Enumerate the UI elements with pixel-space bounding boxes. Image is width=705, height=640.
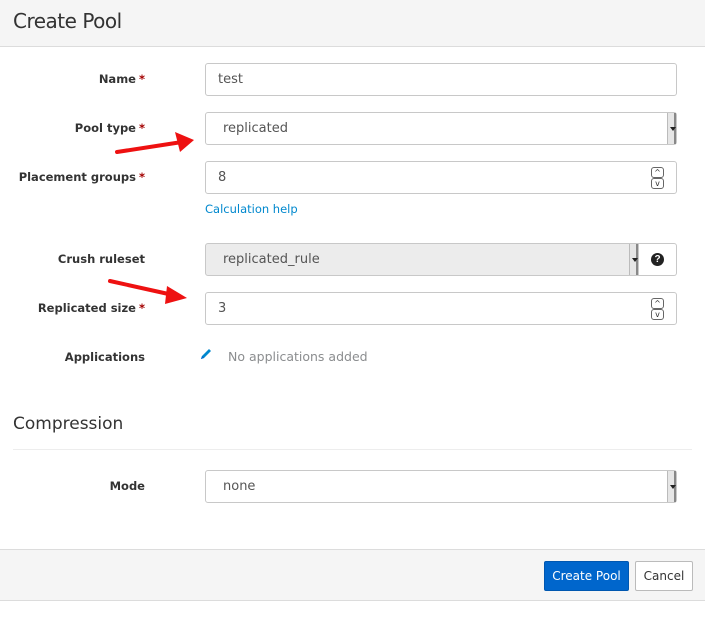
number-spinner[interactable]: ^ v — [651, 298, 664, 320]
page-title: Create Pool — [13, 9, 122, 33]
number-spinner[interactable]: ^ v — [651, 167, 664, 189]
name-input[interactable]: test — [205, 63, 677, 96]
pool-type-select[interactable]: replicated — [205, 112, 677, 145]
crush-ruleset-value: replicated_rule — [223, 252, 320, 267]
required-marker: * — [138, 170, 145, 184]
placement-groups-input[interactable]: 8 ^ v — [205, 161, 677, 194]
section-divider — [13, 449, 692, 450]
cancel-button[interactable]: Cancel — [635, 561, 693, 591]
modal-footer: Create Pool Cancel — [0, 549, 705, 601]
modal-header: Create Pool — [0, 0, 705, 47]
annotation-arrow-icon — [115, 132, 194, 154]
name-label: Name * — [98, 72, 145, 86]
compression-mode-value: none — [223, 479, 256, 494]
chevron-down-icon[interactable] — [667, 471, 676, 502]
crush-ruleset-select[interactable]: replicated_rule — [205, 243, 639, 276]
compression-section-title: Compression — [13, 414, 124, 434]
calculation-help-link[interactable]: Calculation help — [205, 202, 298, 216]
replicated-size-input[interactable]: 3 ^ v — [205, 292, 677, 325]
applications-empty-text: No applications added — [228, 349, 368, 364]
annotation-arrow-icon — [108, 279, 187, 304]
pool-type-value: replicated — [223, 121, 288, 136]
decrement-icon[interactable]: v — [651, 178, 664, 189]
chevron-down-icon[interactable] — [667, 113, 676, 144]
placement-groups-label: Placement groups * — [18, 170, 145, 184]
decrement-icon[interactable]: v — [651, 309, 664, 320]
required-marker: * — [138, 72, 145, 86]
mode-label: Mode — [109, 479, 145, 493]
crush-ruleset-label: Crush ruleset — [57, 252, 145, 266]
chevron-down-icon[interactable] — [629, 244, 638, 275]
increment-icon[interactable]: ^ — [651, 298, 664, 309]
placement-groups-value: 8 — [218, 170, 227, 185]
pencil-icon[interactable] — [199, 347, 213, 366]
create-pool-button[interactable]: Create Pool — [544, 561, 629, 591]
increment-icon[interactable]: ^ — [651, 167, 664, 178]
question-circle-icon: ? — [651, 253, 664, 266]
replicated-size-value: 3 — [218, 301, 227, 316]
crush-ruleset-help-button[interactable]: ? — [639, 243, 677, 276]
applications-label: Applications — [64, 350, 145, 364]
compression-mode-select[interactable]: none — [205, 470, 677, 503]
